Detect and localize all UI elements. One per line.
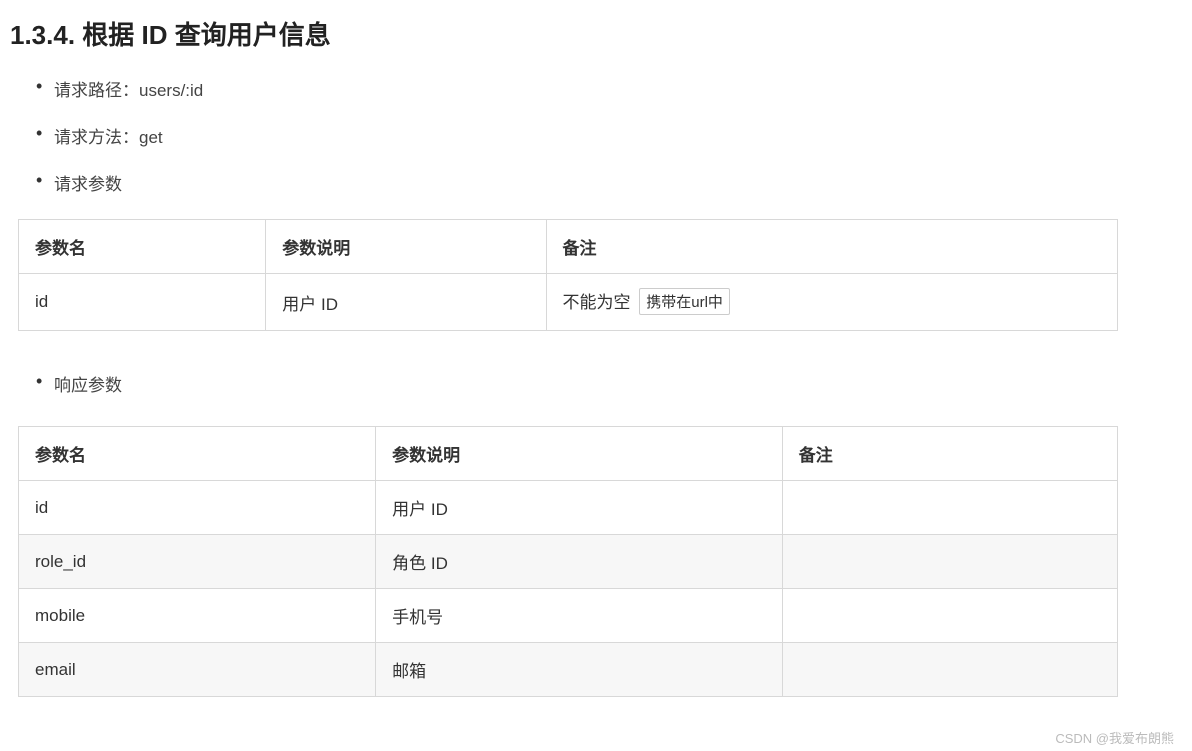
param-name-cell: email <box>19 643 376 697</box>
param-remark-cell: 不能为空 携带在url中 <box>546 274 1118 331</box>
request-params-table: 参数名 参数说明 备注 id 用户 ID 不能为空 携带在url中 <box>18 219 1118 331</box>
param-name-cell: id <box>19 481 376 535</box>
list-item: 请求路径：users/:id <box>36 76 1182 101</box>
list-item: 请求参数 <box>36 170 1182 195</box>
table-row: mobile 手机号 <box>19 589 1118 643</box>
response-info-list: 响应参数 <box>10 371 1182 396</box>
response-params-table: 参数名 参数说明 备注 id 用户 ID role_id 角色 ID mobil… <box>18 426 1118 697</box>
param-desc-cell: 用户 ID <box>376 481 783 535</box>
param-desc-cell: 手机号 <box>376 589 783 643</box>
table-row: id 用户 ID 不能为空 携带在url中 <box>19 274 1118 331</box>
param-remark-cell <box>782 643 1117 697</box>
remark-badge: 携带在url中 <box>639 288 730 315</box>
param-remark-cell <box>782 589 1117 643</box>
table-header-cell: 参数说明 <box>266 220 546 274</box>
table-row: role_id 角色 ID <box>19 535 1118 589</box>
table-header-row: 参数名 参数说明 备注 <box>19 427 1118 481</box>
section-heading: 1.3.4. 根据 ID 查询用户信息 <box>10 15 1182 52</box>
table-header-row: 参数名 参数说明 备注 <box>19 220 1118 274</box>
param-name-cell: mobile <box>19 589 376 643</box>
param-desc-cell: 用户 ID <box>266 274 546 331</box>
table-header-cell: 备注 <box>782 427 1117 481</box>
table-header-cell: 参数名 <box>19 427 376 481</box>
list-item: 请求方法：get <box>36 123 1182 148</box>
table-header-cell: 参数说明 <box>376 427 783 481</box>
param-remark-cell <box>782 535 1117 589</box>
param-desc-cell: 角色 ID <box>376 535 783 589</box>
param-desc-cell: 邮箱 <box>376 643 783 697</box>
table-row: email 邮箱 <box>19 643 1118 697</box>
param-name-cell: id <box>19 274 266 331</box>
request-info-list: 请求路径：users/:id 请求方法：get 请求参数 <box>10 76 1182 195</box>
table-row: id 用户 ID <box>19 481 1118 535</box>
param-remark-cell <box>782 481 1117 535</box>
remark-text: 不能为空 <box>563 293 631 312</box>
param-name-cell: role_id <box>19 535 376 589</box>
table-header-cell: 备注 <box>546 220 1118 274</box>
table-header-cell: 参数名 <box>19 220 266 274</box>
list-item: 响应参数 <box>36 371 1182 396</box>
watermark-text: CSDN @我爱布朗熊 <box>1055 728 1174 747</box>
